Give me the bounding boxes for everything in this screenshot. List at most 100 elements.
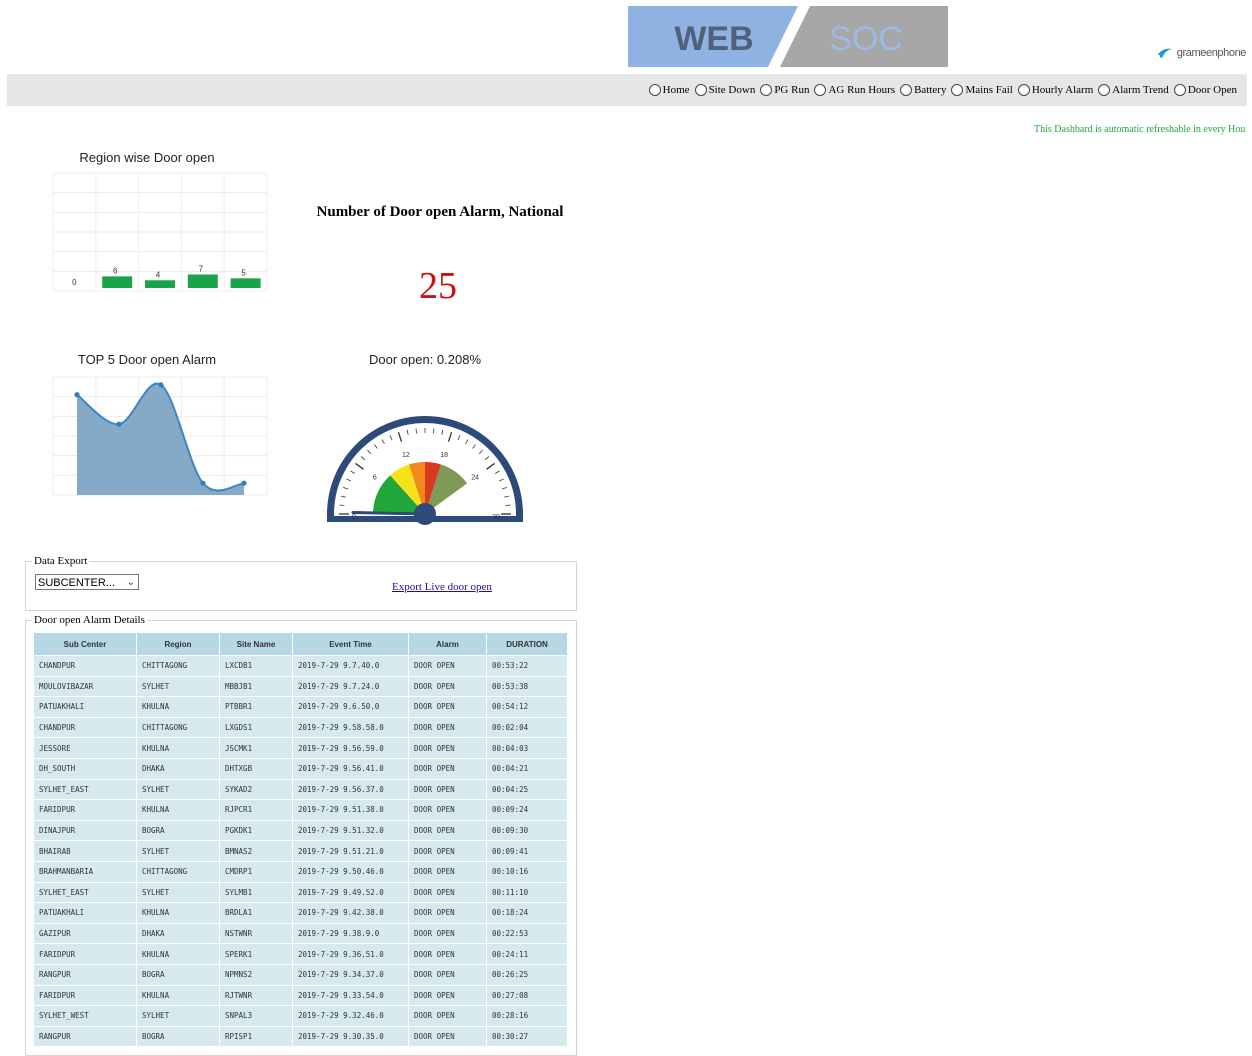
region-bar-label-1: 6 [113,266,118,275]
nav-mains-fail[interactable]: Mains Fail [951,84,1013,96]
national-count-title: Number of Door open Alarm, National [316,204,564,220]
table-cell: LXGDS1 [219,716,293,739]
table-cell: CHITTAGONG [136,860,220,883]
table-cell: CHANDPUR [33,716,137,739]
nav-door-open[interactable]: Door Open [1173,84,1237,96]
region-bar-chart: 0 6 4 7 5 [52,172,268,292]
table-row: BHAIRAB SYLHET BMNAS2 2019-7-29 9.51.21.0 DO… [33,840,568,862]
top5-chart-title: TOP 5 Door open Alarm [77,352,217,367]
nav-home[interactable]: Home [648,84,690,96]
table-cell: 00:24:11 [486,943,568,965]
table-cell: CMDRP1 [219,860,293,883]
subcenter-select[interactable]: SUBCENTER... ⌄ [35,574,139,590]
table-cell: 00:54:12 [486,696,568,718]
table-cell: DOOR OPEN [408,943,487,965]
nav-door-open-radio[interactable] [1173,84,1186,96]
nav-radio-group: Home Site Down PG Run AG Run Hours Battery Ma… [644,84,1237,96]
telenor-icon [1157,48,1173,59]
table-row: SYLHET_WEST SYLHET SNPAL3 2019-7-29 9.32.46… [33,1005,568,1027]
table-cell: 2019-7-29 9.56.41.0 [292,757,409,780]
nav-ag-run-hours-radio[interactable] [814,84,827,96]
table-cell: 2019-7-29 9.32.46.0 [292,1005,409,1027]
table-cell: KHULNA [136,984,220,1007]
top5-point-0 [74,392,80,398]
table-row: FARIDPUR KHULNA RJTWNR 2019-7-29 9.33.54.0 D… [33,984,568,1007]
table-cell: SYLHET [136,840,220,862]
gauge-tick-label-4: 24 [471,475,479,482]
nav-home-radio[interactable] [648,84,661,96]
top5-point-1 [116,421,122,427]
table-cell: 00:11:10 [486,881,568,904]
subcenter-select-value: SUBCENTER... [38,577,116,589]
table-cell: 2019-7-29 9.6.50.0 [292,696,409,718]
table-cell: PTBBR1 [219,696,293,718]
top-nav-bar: Home Site Down PG Run AG Run Hours Battery Ma… [7,74,1247,106]
table-cell: 2019-7-29 9.51.32.0 [292,819,409,842]
top5-area-fill [77,383,244,495]
table-cell: KHULNA [136,799,220,821]
table-row: DINAJPUR BOGRA PGKDK1 2019-7-29 9.51.32.0 DO… [33,819,568,842]
gauge-tick-label-5: 30 [492,514,500,521]
table-cell: BOGRA [136,1025,220,1048]
table-cell: 2019-7-29 9.56.37.0 [292,778,409,801]
table-cell: 00:22:53 [486,922,568,945]
table-cell: 00:53:38 [486,675,568,698]
table-cell: 00:02:04 [486,716,568,739]
nav-site-down-radio[interactable] [694,84,707,96]
gauge-hub [414,503,436,525]
table-cell: KHULNA [136,737,220,759]
chevron-down-icon: ⌄ [126,577,135,588]
table-row: FARIDPUR KHULNA SPERK1 2019-7-29 9.36.51.0 D… [33,943,568,965]
column-header: Sub Center [33,632,137,656]
table-cell: 2019-7-29 9.51.21.0 [292,840,409,862]
export-live-door-open-link[interactable]: Export Live door open [392,581,492,593]
table-cell: LXCDB1 [219,655,293,677]
region-bar-3 [187,274,218,288]
nav-ag-run-hours[interactable]: AG Run Hours [814,84,895,96]
table-cell: FARIDPUR [33,799,137,821]
nav-home-label: Home [662,84,690,96]
column-header: DURATION [486,632,568,656]
nav-alarm-trend-label: Alarm Trend [1112,84,1169,96]
table-cell: DINAJPUR [33,819,137,842]
nav-hourly-alarm[interactable]: Hourly Alarm [1017,84,1093,96]
column-header: Region [136,632,220,656]
table-cell: 2019-7-29 9.7.40.0 [292,655,409,677]
table-cell: 00:04:25 [486,778,568,801]
table-cell: 2019-7-29 9.30.35.0 [292,1025,409,1048]
nav-battery[interactable]: Battery [900,84,946,96]
table-cell: RJPCR1 [219,799,293,821]
table-cell: DOOR OPEN [408,1005,487,1027]
table-cell: 00:18:24 [486,902,568,924]
table-cell: DOOR OPEN [408,860,487,883]
nav-alarm-trend[interactable]: Alarm Trend [1098,84,1169,96]
table-cell: DOOR OPEN [408,881,487,904]
table-cell: SYKAD2 [219,778,293,801]
nav-site-down[interactable]: Site Down [694,84,755,96]
nav-alarm-trend-radio[interactable] [1098,84,1111,96]
table-row: BRAHMANBARIA CHITTAGONG CMDRP1 2019-7-29 9.… [33,860,568,883]
nav-mains-fail-radio[interactable] [951,84,964,96]
table-cell: SYLHET [136,881,220,904]
table-cell: 00:30:27 [486,1025,568,1048]
websoc-logo: WEB SOC [628,6,948,67]
table-row: CHANDPUR CHITTAGONG LXCDB1 2019-7-29 9.7.40… [33,655,568,677]
table-cell: 2019-7-29 9.38.9.0 [292,922,409,945]
grameenphone-logo: grameenphone [1156,40,1246,66]
logo-soc-text: SOC [829,20,903,58]
table-cell: SYLHET [136,778,220,801]
nav-battery-radio[interactable] [900,84,913,96]
table-row: JESSORE KHULNA JSCMK1 2019-7-29 9.56.59.0 DO… [33,737,568,759]
table-cell: 2019-7-29 9.56.59.0 [292,737,409,759]
table-cell: JSCMK1 [219,737,293,759]
table-cell: PATUAKHALI [33,902,137,924]
gauge-title: Door open: 0.208% [368,352,482,367]
nav-pg-run-radio[interactable] [760,84,773,96]
door-open-details-legend: Door open Alarm Details [34,614,145,626]
nav-hourly-alarm-radio[interactable] [1017,84,1030,96]
table-cell: 00:04:03 [486,737,568,759]
table-cell: 00:04:21 [486,757,568,780]
table-cell: SYLHET_WEST [33,1005,137,1027]
nav-pg-run[interactable]: PG Run [760,84,809,96]
table-cell: PGKDK1 [219,819,293,842]
